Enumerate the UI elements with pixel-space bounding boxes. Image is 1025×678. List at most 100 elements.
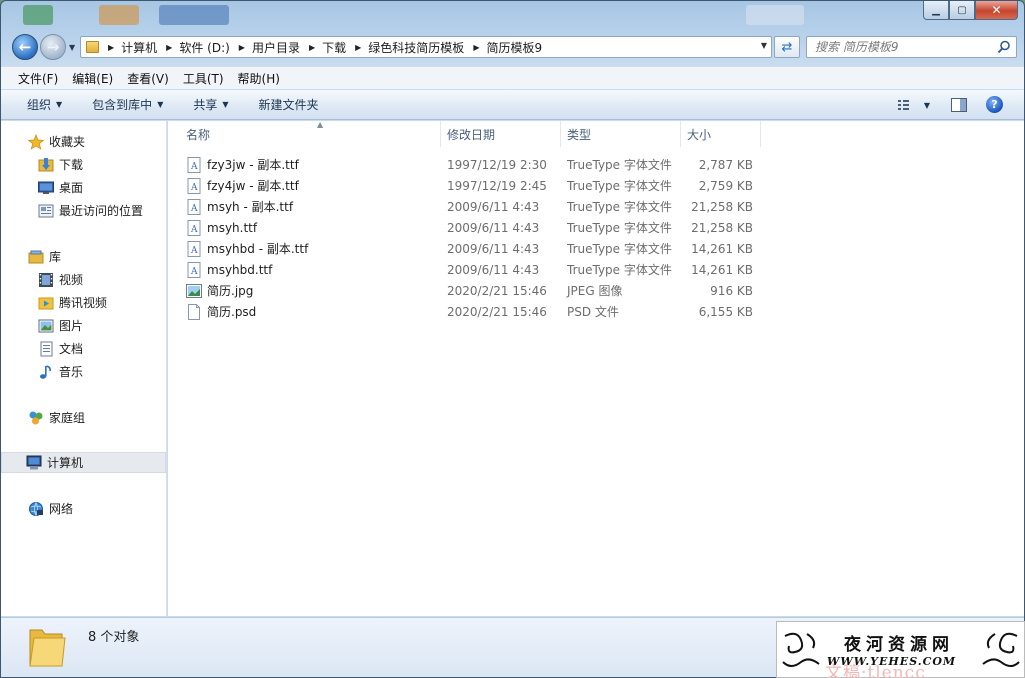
- title-bar[interactable]: ▁ ▢ ✕: [1, 1, 1024, 31]
- nav-favorites[interactable]: 收藏夹: [1, 131, 166, 152]
- breadcrumb-template-folder[interactable]: 绿色科技简历模板: [368, 39, 464, 56]
- breadcrumb-separator-icon[interactable]: ▶: [355, 43, 361, 52]
- file-name-cell: A fzy4jw - 副本.ttf: [186, 175, 436, 196]
- column-header-modified[interactable]: 修改日期: [441, 121, 561, 147]
- nav-libraries[interactable]: 库: [1, 246, 166, 267]
- font-file-icon: A: [187, 240, 201, 257]
- breadcrumb-separator-icon[interactable]: ▶: [108, 43, 114, 52]
- nav-label: 桌面: [59, 181, 84, 195]
- nav-recent-places[interactable]: 最近访问的位置: [1, 200, 166, 221]
- font-file-icon: A: [187, 198, 201, 215]
- nav-label: 文档: [59, 342, 84, 356]
- back-button[interactable]: ←: [12, 34, 38, 60]
- share-button[interactable]: 共享 ▼: [184, 96, 237, 113]
- forward-arrow-icon: →: [46, 38, 60, 56]
- flourish-right-icon: [982, 632, 1020, 667]
- file-row[interactable]: 简历.jpg 2020/2/21 15:46 JPEG 图像 916 KB: [184, 280, 764, 301]
- search-box: [806, 36, 1017, 58]
- background-window-tab: [99, 5, 139, 25]
- menu-edit[interactable]: 编辑(E): [65, 70, 120, 87]
- caption-buttons: ▁ ▢ ✕: [923, 1, 1018, 20]
- forward-button[interactable]: →: [40, 34, 66, 60]
- command-bar: 组织 ▼ 包含到库中 ▼ 共享 ▼ 新建文件夹 ▼ ?: [1, 90, 1024, 120]
- column-header-label: 修改日期: [447, 127, 496, 142]
- breadcrumb-user-dir[interactable]: 用户目录: [252, 39, 300, 56]
- file-modified: 1997/12/19 2:30: [447, 157, 547, 172]
- file-name: msyh.ttf: [207, 220, 258, 235]
- video-library-icon: [39, 272, 53, 287]
- address-bar[interactable]: ▶ 计算机 ▶ 软件 (D:) ▶ 用户目录 ▶ 下载 ▶ 绿色科技简历模板 ▶…: [80, 36, 772, 58]
- file-type: JPEG 图像: [567, 284, 623, 298]
- maximize-button[interactable]: ▢: [949, 1, 975, 20]
- nav-videos[interactable]: 视频: [1, 269, 166, 290]
- nav-homegroup[interactable]: 家庭组: [1, 407, 166, 428]
- menu-help[interactable]: 帮助(H): [231, 70, 287, 87]
- menu-file[interactable]: 文件(F): [11, 70, 65, 87]
- close-button[interactable]: ✕: [975, 1, 1018, 20]
- breadcrumb-separator-icon[interactable]: ▶: [239, 43, 245, 52]
- file-row[interactable]: A msyh - 副本.ttf 2009/6/11 4:43 TrueType …: [184, 196, 764, 217]
- help-button[interactable]: ?: [986, 96, 1003, 113]
- include-in-library-button[interactable]: 包含到库中 ▼: [83, 96, 172, 113]
- nav-tencent-video[interactable]: 腾讯视频: [1, 292, 166, 313]
- column-header-size[interactable]: 大小: [681, 121, 761, 147]
- column-header-label: 大小: [687, 127, 712, 142]
- svg-text:A: A: [190, 204, 198, 214]
- file-row[interactable]: 简历.psd 2020/2/21 15:46 PSD 文件 6,155 KB: [184, 301, 764, 322]
- column-header-type[interactable]: 类型: [561, 121, 681, 147]
- nav-pictures[interactable]: 图片: [1, 315, 166, 336]
- breadcrumb-separator-icon[interactable]: ▶: [309, 43, 315, 52]
- file-row[interactable]: A fzy4jw - 副本.ttf 1997/12/19 2:45 TrueTy…: [184, 175, 764, 196]
- file-name: 简历.jpg: [207, 284, 254, 298]
- recent-pages-dropdown[interactable]: ▼: [69, 43, 75, 52]
- refresh-button[interactable]: ⇄: [774, 36, 800, 58]
- file-type: TrueType 字体文件: [567, 158, 672, 172]
- organize-label: 组织: [27, 98, 52, 112]
- nav-network[interactable]: 网络: [1, 498, 166, 519]
- search-input[interactable]: [807, 40, 992, 54]
- minimize-button[interactable]: ▁: [923, 1, 949, 20]
- nav-downloads[interactable]: 下载: [1, 154, 166, 175]
- breadcrumb-separator-icon[interactable]: ▶: [473, 43, 479, 52]
- nav-desktop[interactable]: 桌面: [1, 177, 166, 198]
- menu-tools[interactable]: 工具(T): [176, 70, 231, 87]
- address-history-dropdown[interactable]: ▼: [761, 41, 767, 50]
- file-name-cell: A msyhbd.ttf: [186, 259, 436, 280]
- menu-view[interactable]: 查看(V): [120, 70, 176, 87]
- file-list-view: 名称 ▲ 修改日期 类型 大小 A fzy3jw - 副本.ttf 1997/1…: [168, 120, 1024, 616]
- nav-label: 收藏夹: [49, 135, 86, 149]
- nav-music[interactable]: 音乐: [1, 361, 166, 382]
- nav-label: 最近访问的位置: [59, 204, 144, 218]
- file-name: fzy4jw - 副本.ttf: [207, 179, 299, 193]
- nav-label: 库: [49, 250, 62, 264]
- column-header-name[interactable]: 名称 ▲: [180, 120, 441, 147]
- change-view-button[interactable]: ▼: [894, 96, 934, 114]
- breadcrumb-downloads[interactable]: 下载: [322, 39, 346, 56]
- file-modified: 1997/12/19 2:45: [447, 178, 547, 193]
- dropdown-arrow-icon: ▼: [56, 100, 63, 109]
- details-view-icon: [897, 100, 909, 110]
- nav-documents[interactable]: 文档: [1, 338, 166, 359]
- preview-pane-icon: [951, 98, 967, 112]
- file-row[interactable]: A fzy3jw - 副本.ttf 1997/12/19 2:30 TrueTy…: [184, 154, 764, 175]
- file-type: TrueType 字体文件: [567, 221, 672, 235]
- breadcrumb-drive[interactable]: 软件 (D:): [179, 39, 229, 56]
- new-folder-button[interactable]: 新建文件夹: [250, 96, 328, 113]
- image-file-icon: [186, 283, 202, 298]
- preview-pane-button[interactable]: [949, 96, 969, 114]
- file-size: 6,155 KB: [698, 304, 753, 319]
- file-size: 916 KB: [710, 283, 753, 298]
- nav-computer[interactable]: 计算机: [1, 452, 166, 473]
- file-size: 14,261 KB: [691, 262, 753, 277]
- breadcrumb-current-folder[interactable]: 简历模板9: [486, 39, 542, 56]
- breadcrumb-computer[interactable]: 计算机: [121, 39, 157, 56]
- breadcrumb-separator-icon[interactable]: ▶: [166, 43, 172, 52]
- file-row[interactable]: A msyhbd.ttf 2009/6/11 4:43 TrueType 字体文…: [184, 259, 764, 280]
- file-row[interactable]: A msyhbd - 副本.ttf 2009/6/11 4:43 TrueTyp…: [184, 238, 764, 259]
- organize-button[interactable]: 组织 ▼: [18, 96, 71, 113]
- svg-text:A: A: [190, 183, 198, 193]
- search-icon[interactable]: [997, 40, 1011, 54]
- file-row[interactable]: A msyh.ttf 2009/6/11 4:43 TrueType 字体文件 …: [184, 217, 764, 238]
- file-modified: 2020/2/21 15:46: [447, 304, 547, 319]
- computer-icon: [26, 455, 42, 469]
